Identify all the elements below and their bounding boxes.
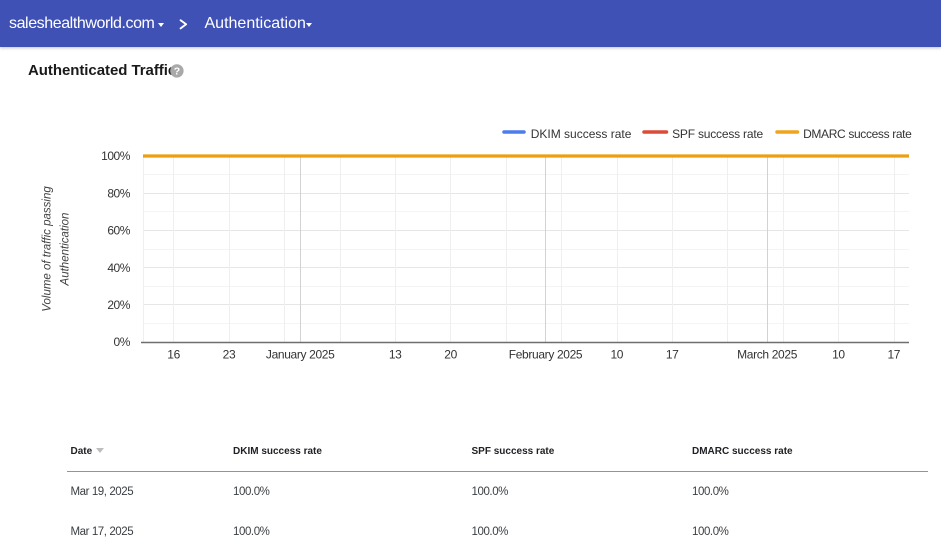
- svg-text:20%: 20%: [107, 298, 130, 312]
- svg-text:January 2025: January 2025: [266, 348, 335, 362]
- svg-text:Volume of traffic passing: Volume of traffic passing: [42, 186, 54, 312]
- svg-text:100%: 100%: [101, 149, 131, 163]
- svg-text:17: 17: [666, 348, 679, 362]
- svg-text:40%: 40%: [107, 261, 130, 275]
- svg-text:DKIM success rate: DKIM success rate: [531, 127, 632, 141]
- svg-text:20: 20: [444, 348, 457, 362]
- svg-text:60%: 60%: [107, 224, 130, 238]
- svg-text:February 2025: February 2025: [509, 348, 583, 362]
- svg-text:March 2025: March 2025: [737, 348, 798, 362]
- svg-text:10: 10: [610, 348, 623, 362]
- svg-text:17: 17: [887, 348, 900, 362]
- svg-text:13: 13: [389, 348, 402, 362]
- svg-text:SPF success rate: SPF success rate: [672, 127, 763, 141]
- svg-text:DMARC success rate: DMARC success rate: [803, 127, 912, 141]
- svg-text:23: 23: [223, 348, 236, 362]
- svg-text:80%: 80%: [107, 186, 130, 200]
- svg-text:10: 10: [832, 348, 845, 362]
- svg-text:0%: 0%: [114, 335, 131, 349]
- svg-text:16: 16: [167, 348, 180, 362]
- svg-text:Authentication: Authentication: [60, 213, 72, 287]
